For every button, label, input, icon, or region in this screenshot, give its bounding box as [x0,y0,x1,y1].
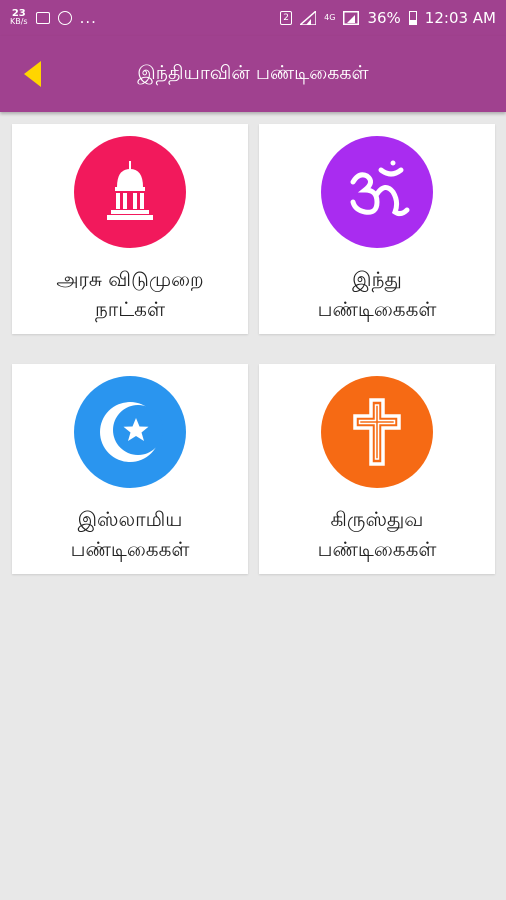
sim2-icon: 2 [280,11,293,25]
app-bar: இந்தியாவின் பண்டிகைகள் [0,36,506,112]
status-bar: 23 KB/s ... 2 4G 36% 12:03 AM [0,0,506,36]
net-speed: 23 KB/s [10,9,28,26]
om-icon [321,136,433,248]
crescent-star-icon [74,376,186,488]
card-label-line1: இந்து [352,267,402,291]
cross-icon [321,376,433,488]
net-speed-unit: KB/s [10,17,28,26]
card-label-line1: இஸ்லாமிய [77,507,183,531]
card-label: அரசு விடுமுறை நாட்கள் [12,264,248,324]
card-label: இந்து பண்டிகைகள் [259,264,495,324]
card-government-holidays[interactable]: அரசு விடுமுறை நாட்கள் [12,124,248,334]
capitol-icon [74,136,186,248]
card-label-line2: பண்டிகைகள் [70,537,190,561]
clock: 12:03 AM [424,9,496,27]
card-label: இஸ்லாமிய பண்டிகைகள் [12,504,248,564]
lte-label: 4G [324,13,336,22]
overflow-dots: ... [79,9,97,27]
signal-icon [300,11,317,25]
card-label-line2: நாட்கள் [94,297,166,321]
card-label: கிருஸ்துவ பண்டிகைகள் [259,504,495,564]
card-christian-festivals[interactable]: கிருஸ்துவ பண்டிகைகள் [259,364,495,574]
card-islamic-festivals[interactable]: இஸ்லாமிய பண்டிகைகள் [12,364,248,574]
battery-icon [408,11,417,25]
card-label-line1: கிருஸ்துவ [330,507,424,531]
status-bar-left: 23 KB/s ... [10,9,97,28]
card-hindu-festivals[interactable]: இந்து பண்டிகைகள் [259,124,495,334]
status-bar-right: 2 4G 36% 12:03 AM [280,9,496,27]
card-label-line2: பண்டிகைகள் [317,297,437,321]
card-label-line1: அரசு விடுமுறை [56,267,204,291]
page-title: இந்தியாவின் பண்டிகைகள் [137,61,369,84]
whatsapp-icon [57,11,72,25]
signal-icon-2 [343,11,360,25]
back-button[interactable] [20,59,46,89]
card-label-line2: பண்டிகைகள் [317,537,437,561]
back-arrow-icon [24,61,41,87]
image-icon [35,12,50,24]
battery-percent: 36% [367,9,401,27]
